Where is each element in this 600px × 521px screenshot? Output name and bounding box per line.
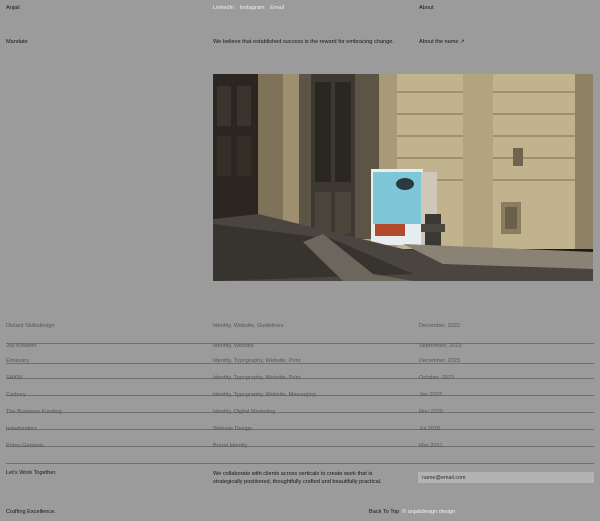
project-services: Identity, Website <box>213 343 254 349</box>
project-name: Primo Geniosis <box>6 443 44 449</box>
nav-link-instagram[interactable]: Instagram <box>240 5 265 11</box>
project-name: Distant Skillsdesign <box>6 323 55 329</box>
project-date: September, 2023 <box>419 343 462 349</box>
email-input[interactable] <box>418 472 594 483</box>
project-name: The Business Funding <box>6 409 62 415</box>
project-name: SAKM <box>6 375 22 381</box>
contact-description: We collaborate with clients across verti… <box>213 471 382 485</box>
about-name-link[interactable]: About the name ↗ <box>419 39 465 46</box>
project-services: Identity, Website, Guidelines <box>213 323 284 329</box>
brand-name[interactable]: Anjali <box>6 5 20 12</box>
project-date: Nov 2020 <box>419 409 443 415</box>
project-date: December, 2022 <box>419 323 461 329</box>
project-name: Carbury <box>6 392 26 398</box>
project-services: Brand Identity <box>213 443 248 449</box>
project-name: Joy Kosahin <box>6 343 37 349</box>
nav-link-linkedin[interactable]: LinkedIn <box>213 5 234 11</box>
project-date: October, 2023 <box>419 375 455 381</box>
project-date: Jul 2020 <box>419 426 441 432</box>
project-date: Mar 2021 <box>419 443 443 449</box>
project-name: Emissary <box>6 358 29 364</box>
project-date: Jan 2023 <box>419 392 443 398</box>
project-name: bokefunderz <box>6 426 37 432</box>
nav-link-email[interactable]: Email <box>270 5 284 11</box>
project-row[interactable]: Primo Geniosis Brand Identity Mar 2021 <box>6 440 594 464</box>
project-services: Identity, Typography, Website, Print <box>213 375 301 381</box>
project-services: Identity, Typography, Website, Messaging <box>213 392 316 398</box>
hero-photo <box>213 74 593 281</box>
project-services: Identity, Typography, Website, Print <box>213 358 301 364</box>
back-to-top-link[interactable]: Back To Top <box>369 509 399 516</box>
about-link[interactable]: About <box>419 5 434 12</box>
mandate-statement: We believe that established success is t… <box>213 39 394 45</box>
contact-heading: Let's Work Together. <box>6 470 57 476</box>
footer-credit[interactable]: © anjalidesign design <box>402 509 455 516</box>
project-services: Website Design <box>213 426 253 432</box>
mandate-label: Mandate <box>6 39 28 45</box>
footer-tagline: Crafting Excellence. <box>6 509 56 515</box>
social-nav: LinkedIn Instagram Email <box>213 5 288 12</box>
project-date: December, 2023 <box>419 358 461 364</box>
project-services: Identity, Digital Marketing <box>213 409 276 415</box>
